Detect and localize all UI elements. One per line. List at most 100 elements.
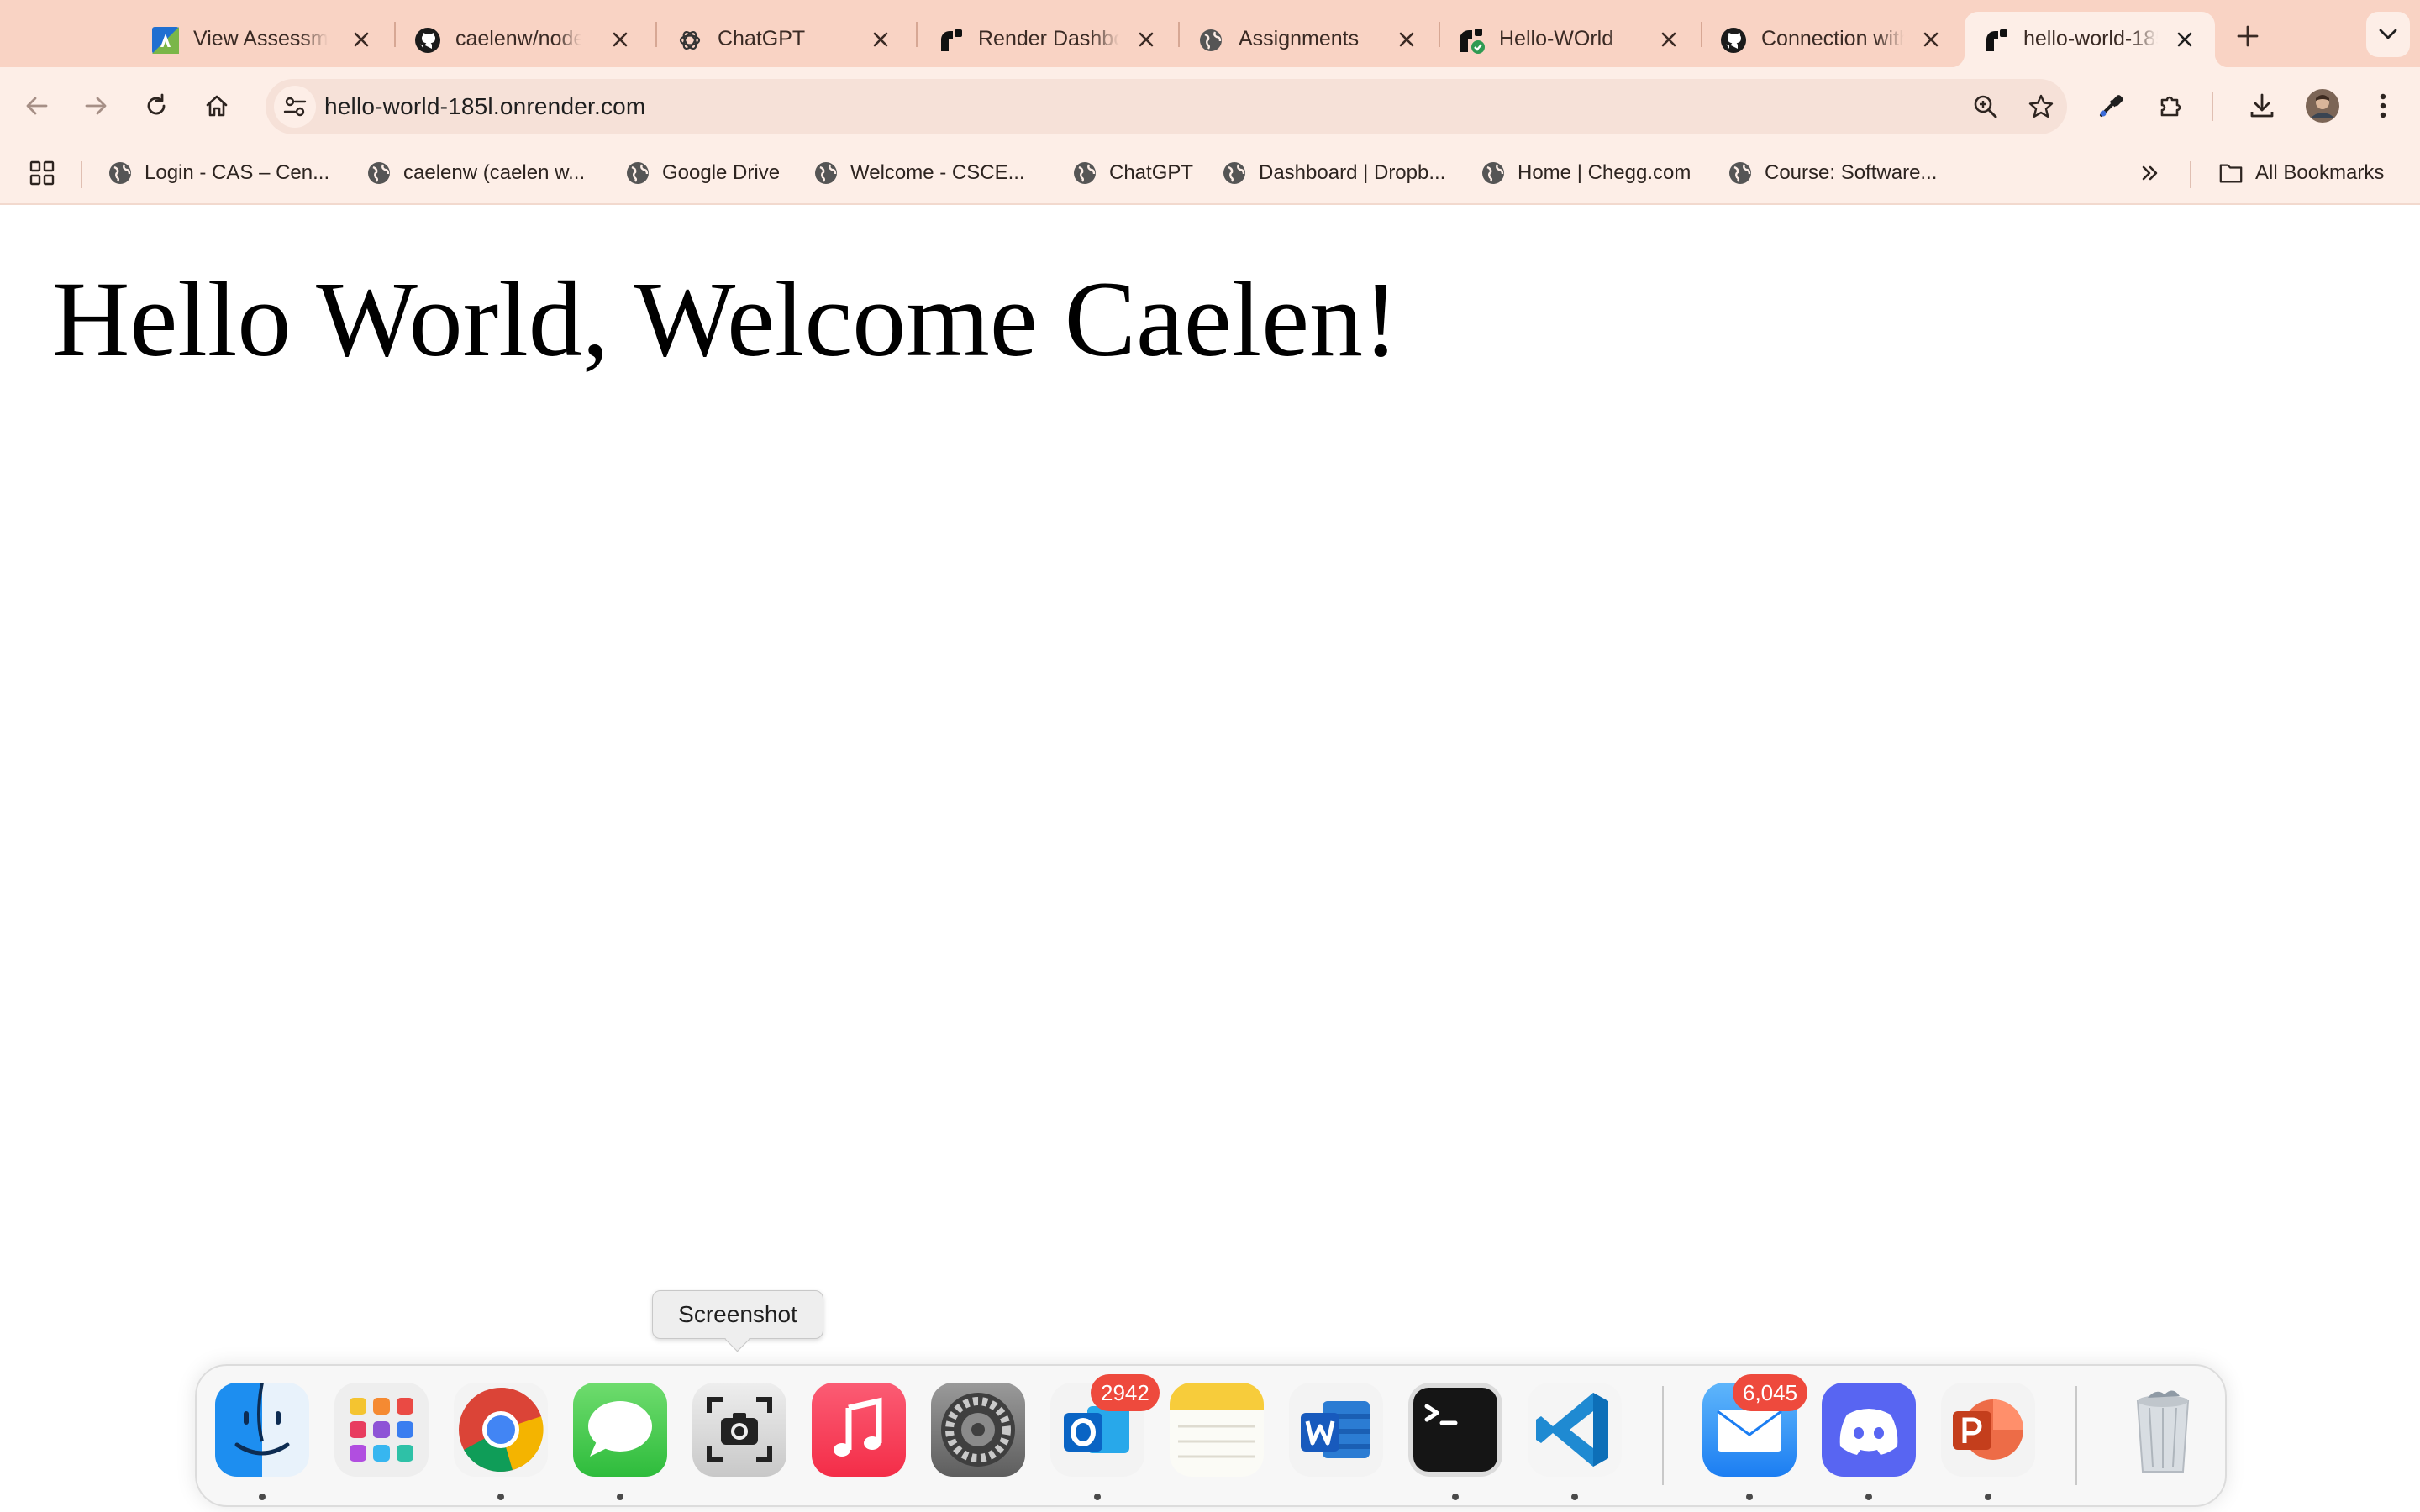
back-button[interactable] <box>13 82 60 129</box>
macos-dock: 2942 6,045 <box>195 1364 2227 1507</box>
folder-icon <box>2218 160 2244 186</box>
reload-icon <box>147 93 166 115</box>
globe-icon <box>108 160 133 186</box>
home-button[interactable] <box>193 82 240 129</box>
terminal-icon[interactable] <box>1408 1383 1502 1477</box>
toolbar-divider <box>2212 92 2213 121</box>
messages-icon[interactable] <box>573 1383 667 1477</box>
tab-hello-world-render[interactable]: Hello-WOrld <box>1440 12 1699 67</box>
powerpoint-icon[interactable] <box>1941 1383 2035 1477</box>
new-tab-button[interactable] <box>2227 15 2269 57</box>
running-indicator <box>1452 1494 1459 1500</box>
close-tab-icon[interactable] <box>1657 28 1681 51</box>
bookmarks-divider <box>2190 161 2191 188</box>
bookmark-item[interactable]: Course: Software... <box>1728 155 1937 192</box>
tab-view-assessment[interactable]: View Assessment <box>134 12 392 67</box>
tab-separator <box>655 22 657 47</box>
page-heading: Hello World, Welcome Caelen! <box>52 260 1399 379</box>
avatar <box>2306 89 2339 123</box>
close-tab-icon[interactable] <box>350 28 373 51</box>
bookmark-item[interactable]: ChatGPT <box>1072 155 1193 192</box>
finder-icon[interactable] <box>215 1383 309 1477</box>
tab-title: Render Dashboard <box>978 27 1119 50</box>
chrome-icon[interactable] <box>454 1383 548 1477</box>
bookmark-label: Google Drive <box>662 161 781 184</box>
bookmark-label: ChatGPT <box>1109 161 1194 184</box>
running-indicator <box>617 1494 623 1500</box>
bookmark-item[interactable]: Dashboard | Dropb... <box>1222 155 1445 192</box>
chevron-down-icon <box>2379 29 2397 39</box>
tab-hello-world-active[interactable]: hello-world-185l <box>1951 12 2228 67</box>
running-indicator <box>1985 1494 1991 1500</box>
bookmark-item[interactable]: caelenw (caelen w... <box>366 155 585 192</box>
more-vertical-icon <box>2380 93 2386 118</box>
site-info-button[interactable] <box>274 86 316 128</box>
tab-node-hello-world[interactable]: caelenw/node-hello-world <box>397 12 650 67</box>
forward-button[interactable] <box>72 82 119 129</box>
close-tab-icon[interactable] <box>608 28 632 51</box>
url-text[interactable]: hello-world-185l.onrender.com <box>324 92 645 121</box>
bookmark-item[interactable]: Google Drive <box>625 155 780 192</box>
reload-button[interactable] <box>133 82 180 129</box>
bookmark-label: Course: Software... <box>1765 161 1938 184</box>
puzzle-piece-icon <box>2160 96 2181 117</box>
address-bar[interactable]: hello-world-185l.onrender.com <box>266 79 2067 134</box>
discord-icon[interactable] <box>1822 1383 1916 1477</box>
music-icon[interactable] <box>812 1383 906 1477</box>
bookmarks-bar: Login - CAS – Cen... caelenw (caelen w..… <box>0 146 2420 205</box>
running-indicator <box>497 1494 504 1500</box>
bookmark-item[interactable]: Home | Chegg.com <box>1481 155 1691 192</box>
notification-badge: 6,045 <box>1733 1374 1808 1411</box>
browser-toolbar: hello-world-185l.onrender.com <box>0 67 2420 146</box>
tab-strip: View Assessment caelenw/node-hello-world… <box>0 0 2420 67</box>
tab-chatgpt[interactable]: ChatGPT <box>659 12 911 67</box>
all-bookmarks-label: All Bookmarks <box>2255 161 2385 184</box>
notes-icon[interactable] <box>1170 1383 1264 1477</box>
bookmark-item[interactable]: Login - CAS – Cen... <box>108 155 329 192</box>
render-deployed-icon <box>1457 26 1486 55</box>
chevron-double-right-icon <box>2142 165 2158 181</box>
bookmark-label: Welcome - CSCE... <box>850 161 1025 184</box>
tab-connection-github[interactable]: Connection with GitHub <box>1702 12 1961 67</box>
close-tab-icon[interactable] <box>1134 28 1158 51</box>
assessment-app-icon <box>151 26 180 55</box>
word-icon[interactable] <box>1289 1383 1383 1477</box>
running-indicator <box>1094 1494 1101 1500</box>
zoom-icon[interactable] <box>1966 87 2005 126</box>
screenshot-icon[interactable] <box>692 1383 786 1477</box>
profile-avatar-button[interactable] <box>2299 82 2346 129</box>
chrome-menu-button[interactable] <box>2360 82 2407 129</box>
close-tab-icon[interactable] <box>869 28 892 51</box>
launchpad-icon[interactable] <box>334 1383 429 1477</box>
all-bookmarks-button[interactable]: All Bookmarks <box>2218 155 2384 192</box>
bookmarks-overflow-button[interactable] <box>2139 155 2161 192</box>
tab-title: Assignments <box>1239 27 1360 50</box>
close-tab-icon[interactable] <box>1395 28 1418 51</box>
bookmark-item[interactable]: Welcome - CSCE... <box>813 155 1025 192</box>
tab-title: ChatGPT <box>718 27 806 50</box>
chatgpt-icon <box>676 26 704 55</box>
extensions-button[interactable] <box>2148 82 2195 129</box>
close-tab-icon[interactable] <box>2173 28 2196 51</box>
download-icon <box>2250 93 2274 118</box>
downloads-button[interactable] <box>2238 82 2286 129</box>
tab-render-dashboard[interactable]: Render Dashboard <box>919 12 1176 67</box>
home-icon <box>206 95 228 117</box>
vscode-icon[interactable] <box>1528 1383 1622 1477</box>
running-indicator <box>1571 1494 1578 1500</box>
trash-icon[interactable] <box>2116 1383 2210 1477</box>
dock-tooltip: Screenshot <box>652 1290 823 1339</box>
tab-title: Connection with GitHub <box>1761 27 1904 50</box>
tab-assignments[interactable]: Assignments <box>1180 12 1437 67</box>
bookmark-label: Home | Chegg.com <box>1518 161 1691 184</box>
bookmark-star-icon[interactable] <box>2022 87 2060 126</box>
globe-icon <box>1072 160 1097 186</box>
color-picker-extension[interactable] <box>2087 82 2134 129</box>
system-settings-icon[interactable] <box>931 1383 1025 1477</box>
tab-title: Hello-WOrld <box>1499 27 1614 50</box>
globe-icon <box>366 160 392 186</box>
tab-search-button[interactable] <box>2366 12 2410 57</box>
apps-button[interactable] <box>29 155 55 192</box>
globe-icon <box>1197 26 1225 55</box>
close-tab-icon[interactable] <box>1919 28 1943 51</box>
